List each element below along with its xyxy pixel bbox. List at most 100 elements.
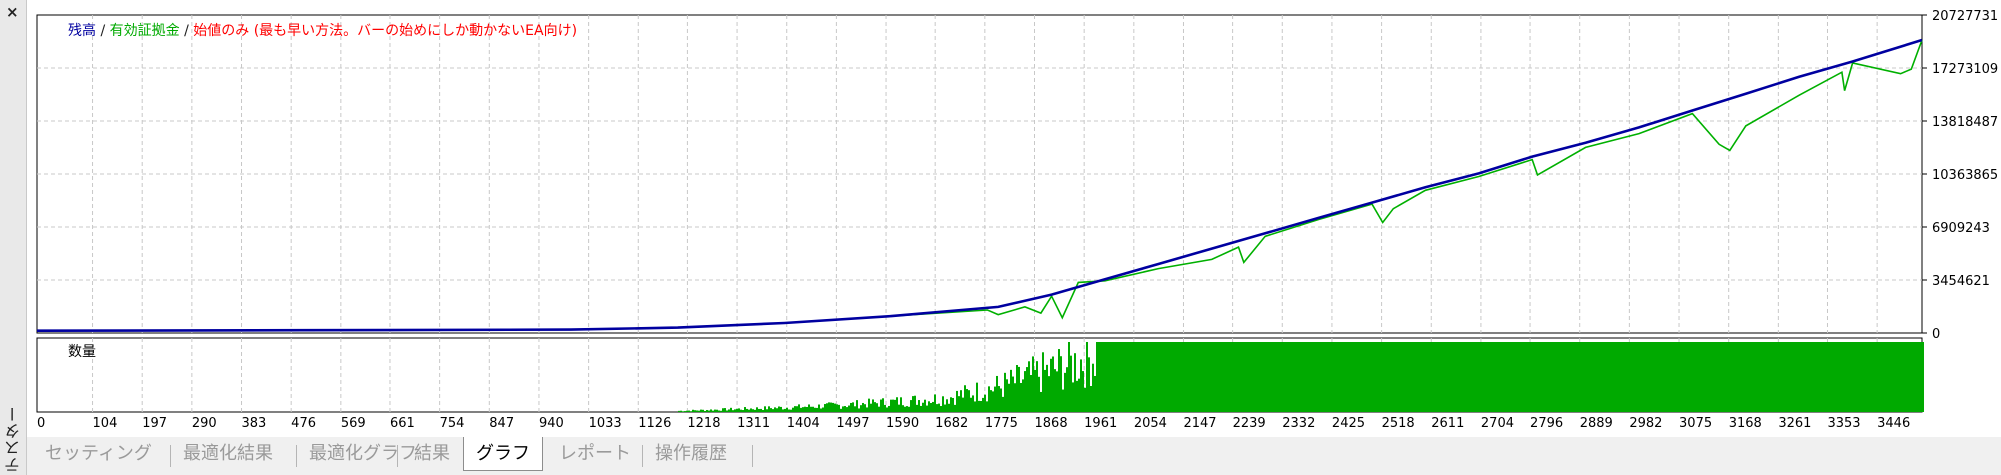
volume-bar xyxy=(1150,342,1152,412)
volume-bar xyxy=(1788,342,1790,412)
close-icon[interactable]: × xyxy=(6,3,19,21)
volume-bar xyxy=(1666,342,1668,412)
volume-bar xyxy=(1468,342,1470,412)
volume-bar xyxy=(1252,342,1254,412)
volume-bar xyxy=(1228,342,1230,412)
volume-bar xyxy=(1506,342,1508,412)
volume-bar xyxy=(1308,342,1310,412)
volume-bar xyxy=(1444,342,1446,412)
y-tick-label: 6909243 xyxy=(1932,221,1990,236)
volume-bar xyxy=(1766,342,1768,412)
volume-bar xyxy=(1392,342,1394,412)
volume-bar xyxy=(904,406,906,412)
volume-bar xyxy=(1212,342,1214,412)
volume-bar xyxy=(1728,342,1730,412)
volume-bar xyxy=(1348,342,1350,412)
volume-bar xyxy=(1128,342,1130,412)
volume-bar xyxy=(1576,342,1578,412)
tab-graph[interactable]: グラフ xyxy=(463,437,543,471)
volume-bar xyxy=(1492,342,1494,412)
volume-bar xyxy=(824,404,826,412)
volume-bar xyxy=(1496,342,1498,412)
volume-bar xyxy=(1378,342,1380,412)
tab-report[interactable]: レポート xyxy=(547,439,643,469)
volume-bar xyxy=(772,409,774,412)
volume-bar xyxy=(1518,342,1520,412)
volume-bar xyxy=(714,409,716,412)
volume-bar xyxy=(1324,342,1326,412)
volume-bar xyxy=(1040,391,1042,412)
volume-bar xyxy=(1540,342,1542,412)
volume-bar xyxy=(1822,342,1824,412)
volume-bar xyxy=(1550,342,1552,412)
volume-bar xyxy=(760,408,762,412)
volume-bar xyxy=(802,407,804,412)
volume-bar xyxy=(932,401,934,412)
volume-bar xyxy=(1910,342,1912,412)
volume-bar xyxy=(1052,356,1054,412)
volume-bar xyxy=(1078,378,1080,412)
x-tick-label: 0 xyxy=(37,416,45,431)
volume-bar xyxy=(1044,369,1046,412)
volume-bar xyxy=(1482,342,1484,412)
volume-bar xyxy=(1316,342,1318,412)
volume-bar xyxy=(1400,342,1402,412)
volume-bar xyxy=(1258,342,1260,412)
volume-bar xyxy=(956,390,958,412)
tester-side-panel: × テスター xyxy=(0,0,27,475)
volume-bar xyxy=(1414,342,1416,412)
volume-bar xyxy=(782,409,784,412)
x-tick-label: 2239 xyxy=(1233,416,1266,431)
tab-journal[interactable]: 操作履歴 xyxy=(643,439,739,469)
volume-bar xyxy=(1396,342,1398,412)
volume-bar xyxy=(748,409,750,412)
volume-bar xyxy=(1132,342,1134,412)
volume-bar xyxy=(1724,342,1726,412)
x-tick-label: 1126 xyxy=(638,416,671,431)
volume-bar xyxy=(1002,396,1004,412)
volume-bar xyxy=(1760,342,1762,412)
volume-bar xyxy=(926,405,928,412)
volume-bar xyxy=(1578,342,1580,412)
volume-bar xyxy=(1402,342,1404,412)
volume-bar xyxy=(1908,342,1910,412)
volume-bar xyxy=(1108,342,1110,412)
volume-bar xyxy=(1800,342,1802,412)
volume-bar xyxy=(1692,342,1694,412)
volume-bar xyxy=(1454,342,1456,412)
volume-bar xyxy=(1654,342,1656,412)
volume-bar xyxy=(1332,342,1334,412)
volume-bar xyxy=(680,410,682,412)
volume-bar xyxy=(1154,342,1156,412)
volume-bar xyxy=(784,408,786,412)
x-tick-label: 2889 xyxy=(1580,416,1613,431)
volume-bar xyxy=(1812,342,1814,412)
volume-bar xyxy=(852,402,854,412)
volume-bar xyxy=(1546,342,1548,412)
volume-bar xyxy=(848,405,850,412)
volume-bar xyxy=(1370,342,1372,412)
volume-bar xyxy=(1136,342,1138,412)
volume-bar xyxy=(1686,342,1688,412)
volume-bar xyxy=(1206,342,1208,412)
volume-bar xyxy=(948,403,950,412)
volume-bar xyxy=(1598,342,1600,412)
tab-settings[interactable]: セッティング xyxy=(33,439,164,469)
volume-bar xyxy=(1696,342,1698,412)
x-tick-label: 1961 xyxy=(1084,416,1117,431)
volume-bar xyxy=(1284,342,1286,412)
volume-bar xyxy=(1918,342,1920,412)
volume-bar xyxy=(1366,342,1368,412)
volume-bar xyxy=(1614,342,1616,412)
volume-bar xyxy=(972,395,974,412)
volume-bar xyxy=(1192,342,1194,412)
tab-optimization-results[interactable]: 最適化結果 xyxy=(171,439,285,469)
volume-bar xyxy=(860,405,862,412)
volume-bar xyxy=(1716,342,1718,412)
volume-bar xyxy=(1830,342,1832,412)
volume-bar xyxy=(704,410,706,412)
volume-bar xyxy=(1500,342,1502,412)
volume-bar xyxy=(990,390,992,412)
tab-results[interactable]: 結果 xyxy=(402,439,462,469)
volume-bar xyxy=(1590,342,1592,412)
